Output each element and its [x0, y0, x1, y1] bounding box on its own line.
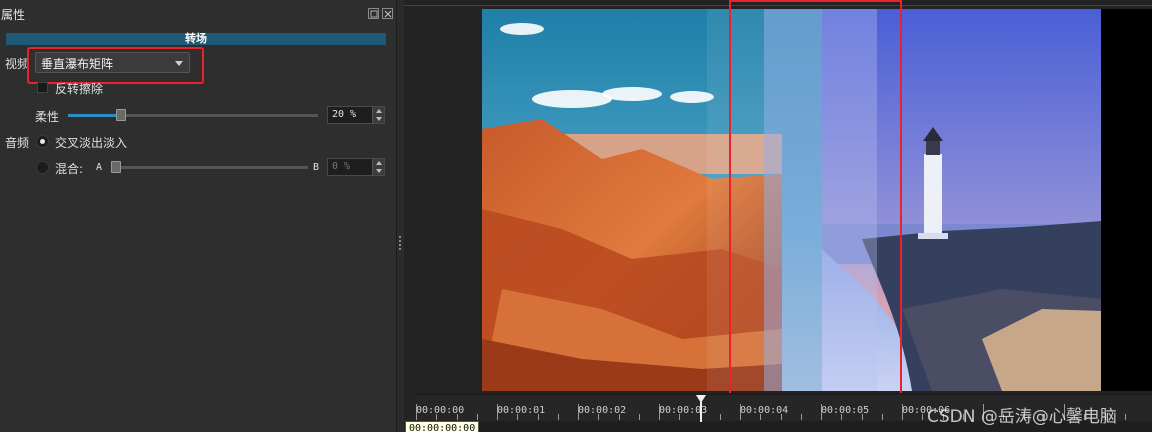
crossfade-label: 交叉淡出淡入	[55, 136, 128, 150]
softness-slider-fill	[68, 114, 118, 117]
float-panel-icon[interactable]	[368, 8, 379, 19]
timecode-label: 00:00:05	[821, 405, 870, 416]
letterbox-bar	[1101, 9, 1152, 391]
transition-highlight-box	[729, 0, 902, 405]
transition-section-header: 转场	[6, 32, 386, 45]
mix-slider-handle[interactable]	[111, 161, 121, 173]
timecode-tooltip: 00:00:00:00	[405, 421, 480, 432]
softness-stepper-icon[interactable]	[372, 107, 384, 123]
section-title: 转场	[185, 32, 207, 45]
softness-slider-handle[interactable]	[116, 109, 126, 121]
panel-header: 属性	[0, 5, 397, 23]
watermark: CSDN @岳涛@心馨电脑	[927, 407, 1117, 427]
panel-title: 属性	[1, 8, 26, 22]
reverse-wipe-checkbox[interactable]	[37, 82, 48, 93]
ruler-minor-tick	[882, 414, 883, 420]
softness-value: 20 %	[332, 109, 357, 120]
ruler-minor-tick	[720, 414, 721, 420]
mix-a-label: A	[96, 162, 103, 173]
editor-window: 属性 转场 视频 垂直瀑布矩阵 反转擦除 柔性 20 % 音频 交叉淡出淡入 混…	[0, 0, 1152, 432]
mix-slider-track[interactable]	[112, 166, 308, 169]
timecode-label: 00:00:00	[416, 405, 465, 416]
mix-label: 混合:	[55, 162, 84, 176]
mix-stepper-icon[interactable]	[372, 159, 384, 175]
playhead-line[interactable]	[700, 402, 702, 422]
mix-radio[interactable]	[36, 161, 49, 174]
timecode-label: 00:00:04	[740, 405, 789, 416]
ruler-minor-tick	[558, 414, 559, 420]
mix-b-label: B	[313, 162, 320, 173]
panel-splitter-handle[interactable]	[399, 236, 401, 252]
ruler-minor-tick	[1125, 414, 1126, 420]
crossfade-radio[interactable]	[36, 135, 49, 148]
properties-panel: 属性 转场 视频 垂直瀑布矩阵 反转擦除 柔性 20 % 音频 交叉淡出淡入 混…	[0, 0, 397, 432]
reverse-wipe-label: 反转擦除	[55, 82, 104, 96]
mix-spinbox[interactable]: 0 %	[327, 158, 385, 176]
close-panel-icon[interactable]	[382, 8, 393, 19]
audio-label: 音频	[5, 136, 30, 150]
softness-spinbox[interactable]: 20 %	[327, 106, 385, 124]
dropdown-highlight-box	[27, 47, 204, 84]
video-label: 视频	[5, 57, 30, 71]
ruler-minor-tick	[801, 414, 802, 420]
softness-label: 柔性	[35, 110, 60, 124]
ruler-minor-tick	[477, 414, 478, 420]
mix-value: 0 %	[332, 161, 351, 172]
ruler-minor-tick	[639, 414, 640, 420]
timecode-label: 00:00:02	[578, 405, 627, 416]
timecode-label: 00:00:01	[497, 405, 546, 416]
